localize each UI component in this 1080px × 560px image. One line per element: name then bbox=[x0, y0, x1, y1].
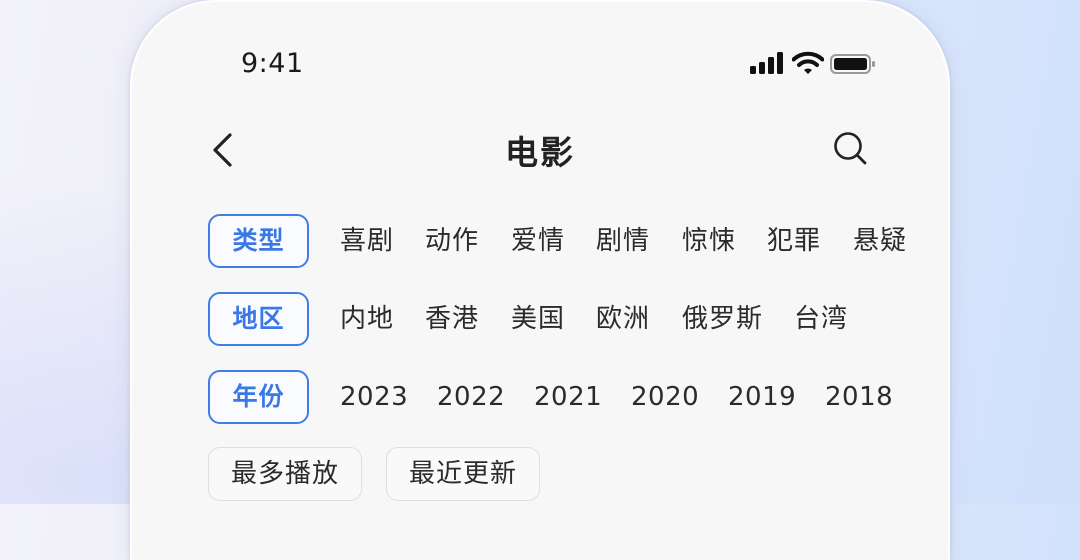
phone-screen: 9:41 电影 类型 喜剧 动作 爱情 剧情 惊悚 犯罪 悬疑 地区 内地 香港… bbox=[130, 0, 950, 560]
filter-option-year[interactable]: 2020 bbox=[631, 370, 699, 424]
filter-option-region[interactable]: 俄罗斯 bbox=[682, 292, 763, 346]
filter-option-type[interactable]: 惊悚 bbox=[682, 214, 736, 268]
filter-label-year[interactable]: 年份 bbox=[208, 370, 309, 424]
filter-option-year[interactable]: 2022 bbox=[437, 370, 505, 424]
filter-option-type[interactable]: 爱情 bbox=[511, 214, 565, 268]
filter-option-region[interactable]: 欧洲 bbox=[596, 292, 650, 346]
filter-option-region[interactable]: 内地 bbox=[340, 292, 394, 346]
sort-recently-updated-button[interactable]: 最近更新 bbox=[386, 447, 540, 501]
wifi-icon bbox=[792, 51, 824, 74]
battery-icon bbox=[830, 54, 875, 74]
signal-icon bbox=[750, 52, 784, 74]
filter-label-region[interactable]: 地区 bbox=[208, 292, 309, 346]
filter-option-year[interactable]: 2019 bbox=[728, 370, 796, 424]
page-title: 电影 bbox=[505, 133, 575, 172]
filter-option-type[interactable]: 悬疑 bbox=[853, 214, 907, 268]
filter-option-year[interactable]: 2023 bbox=[340, 370, 408, 424]
filter-option-type[interactable]: 剧情 bbox=[596, 214, 650, 268]
filter-label-type[interactable]: 类型 bbox=[208, 214, 309, 268]
filter-option-year[interactable]: 2021 bbox=[534, 370, 602, 424]
filter-option-type[interactable]: 喜剧 bbox=[340, 214, 394, 268]
filter-option-year[interactable]: 2018 bbox=[825, 370, 893, 424]
search-icon[interactable] bbox=[830, 128, 870, 168]
filter-option-region[interactable]: 美国 bbox=[511, 292, 565, 346]
filter-option-type[interactable]: 犯罪 bbox=[767, 214, 821, 268]
filter-option-region[interactable]: 香港 bbox=[425, 292, 479, 346]
status-time: 9:41 bbox=[241, 48, 304, 79]
filter-option-region[interactable]: 台湾 bbox=[794, 292, 848, 346]
filter-option-type[interactable]: 动作 bbox=[425, 214, 479, 268]
sort-most-played-button[interactable]: 最多播放 bbox=[208, 447, 362, 501]
